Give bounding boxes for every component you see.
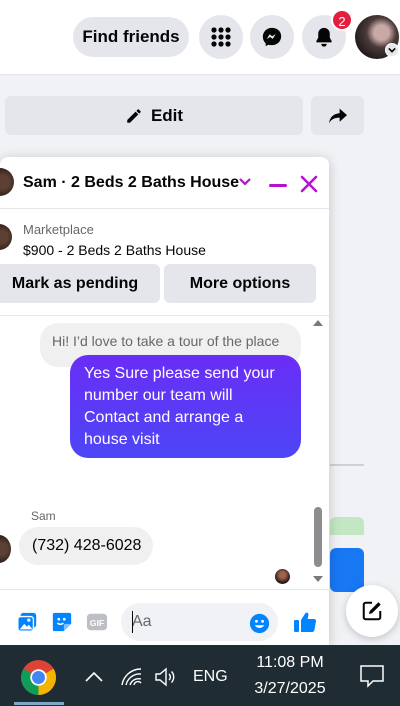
menu-button[interactable] [199,15,243,59]
compose-icon [362,601,382,621]
emoji-icon [249,613,269,633]
share-button[interactable] [311,96,364,135]
edit-button[interactable]: Edit [5,96,303,135]
bell-icon [316,27,332,47]
incoming-message[interactable]: (732) 428-6028 [19,527,153,565]
account-menu-chevron[interactable] [385,43,399,57]
sender-name: Sam [31,509,56,523]
volume-icon[interactable] [154,667,178,687]
close-icon[interactable] [299,174,319,194]
page-scrollbar-track[interactable] [381,75,400,645]
top-navigation: Find friends 2 [0,0,400,75]
gif-icon: GIF [86,613,108,631]
new-message-button[interactable] [346,585,398,637]
edit-label: Edit [150,105,184,125]
like-button[interactable] [293,609,317,635]
mark-as-pending-button[interactable]: Mark as pending [0,264,160,303]
background-button[interactable] [330,548,364,592]
like-icon [294,612,317,632]
text-cursor [132,611,133,633]
marketplace-label: Marketplace [23,222,94,237]
windows-taskbar: ENG 11:08 PM 3/27/2025 [0,645,400,706]
chrome-icon [21,660,56,695]
listing-title[interactable]: $900 - 2 Beds 2 Baths House [23,242,206,258]
chat-window: Sam · 2 Beds 2 Baths House Marketplace $… [0,157,329,645]
outgoing-message[interactable]: Yes Sure please send your number our tea… [70,355,301,458]
language-indicator[interactable]: ENG [193,668,228,686]
chat-title[interactable]: Sam · 2 Beds 2 Baths House [23,174,239,192]
notification-badge: 2 [331,9,353,31]
chat-scrollbar-thumb[interactable] [314,507,322,567]
svg-text:GIF: GIF [90,618,104,628]
contact-avatar[interactable] [0,168,14,196]
notification-center-icon[interactable] [359,663,385,689]
seen-indicator-avatar [275,569,290,584]
background-panel [330,517,364,535]
listing-avatar [0,224,12,250]
menu-grid-icon [211,27,231,47]
chevron-down-icon [388,47,396,53]
sender-avatar [0,535,11,563]
divider [0,315,329,316]
chrome-taskbar-button[interactable] [20,659,57,696]
clock-time[interactable]: 11:08 PM [240,654,340,672]
messenger-button[interactable] [250,15,294,59]
minimize-icon[interactable] [269,184,287,187]
emoji-button[interactable] [248,612,270,634]
messenger-icon [262,27,282,47]
find-friends-button[interactable]: Find friends [73,17,189,57]
sticker-button[interactable] [51,611,73,633]
active-app-indicator [14,702,64,705]
sticker-icon [52,612,72,632]
clock-date[interactable]: 3/27/2025 [240,680,340,698]
composer-divider [0,589,329,590]
background-divider [330,464,364,466]
chevron-down-icon[interactable] [238,176,252,188]
share-arrow-icon [328,108,347,123]
chevron-up-icon[interactable] [85,671,103,683]
more-options-button[interactable]: More options [164,264,316,303]
attach-photo-button[interactable] [16,611,38,633]
pencil-icon [127,108,141,123]
gif-button[interactable]: GIF [85,611,109,633]
photo-icon [17,612,37,632]
scroll-down-arrow[interactable] [313,576,323,582]
wifi-icon[interactable] [120,667,142,687]
scroll-up-arrow[interactable] [313,320,323,326]
chat-header[interactable]: Sam · 2 Beds 2 Baths House [0,157,329,209]
